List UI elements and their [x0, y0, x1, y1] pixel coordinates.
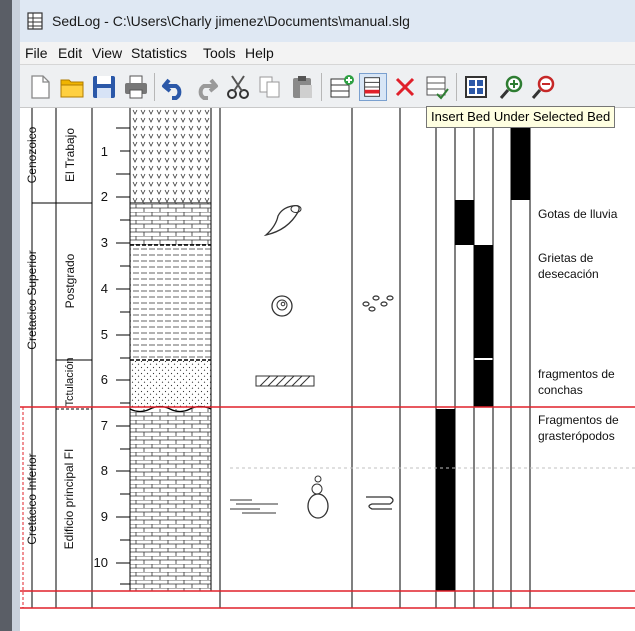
depth-label: 8 [100, 463, 108, 478]
menu-statistics[interactable]: Statistics [131, 45, 187, 61]
new-file-icon[interactable] [26, 73, 54, 101]
gastropod-fossil-icon [307, 475, 329, 519]
menu-file[interactable]: File [25, 45, 48, 61]
range-bar [436, 409, 455, 591]
depth-label: 9 [100, 509, 108, 524]
open-folder-icon[interactable] [58, 73, 86, 101]
lithology-tuff-bed [130, 108, 211, 203]
menu-edit[interactable]: Edit [58, 45, 82, 61]
window-title: SedLog - C:\Users\Charly jimenez\Documen… [52, 13, 410, 29]
formation-label-el-trabajo: El Trabajo [63, 127, 77, 183]
depth-label: 4 [100, 281, 108, 296]
zoom-in-icon[interactable] [498, 73, 526, 101]
toolbar-separator [154, 73, 155, 101]
range-bar [474, 245, 493, 358]
depth-label: 2 [100, 189, 108, 204]
range-bar [455, 200, 474, 245]
undo-icon[interactable] [160, 73, 188, 101]
burrow-trace-icon [366, 496, 394, 510]
copy-icon[interactable] [256, 73, 284, 101]
menu-tools[interactable]: Tools [203, 45, 236, 61]
range-bar [474, 360, 493, 407]
formation-label-postgrado: Postgrado [63, 253, 77, 309]
depth-label: 10 [93, 555, 108, 570]
menu-view[interactable]: View [92, 45, 122, 61]
era-label-cretacico-superior: Cretacico Superior [25, 250, 39, 350]
insert-bed-above-icon[interactable] [327, 73, 355, 101]
insert-bed-below-icon[interactable] [359, 73, 387, 101]
grid-icon[interactable] [462, 73, 490, 101]
toolbar [20, 65, 635, 108]
era-label-cretacico-inferior: Cretácico Inferior [25, 453, 39, 545]
observation-text: Fragmentos de grasterópodos [538, 413, 619, 443]
validate-icon[interactable] [423, 73, 451, 101]
era-label-cenozoico: Cenozoico [25, 126, 39, 184]
depth-label: 7 [100, 418, 108, 433]
save-icon[interactable] [90, 73, 118, 101]
menu-help[interactable]: Help [245, 45, 274, 61]
toolbar-separator [456, 73, 457, 101]
app-icon [27, 12, 43, 30]
depth-label: 5 [100, 327, 108, 342]
parallel-lamination-icon [230, 499, 278, 514]
window-left-border-inner [12, 0, 20, 631]
depth-label: 1 [100, 144, 108, 159]
redo-icon[interactable] [192, 73, 220, 101]
observation-text: fragmentos de conchas [538, 367, 615, 397]
formation-label-titulacion: Tctulación [64, 357, 76, 407]
toolbar-separator [321, 73, 322, 101]
lithology-limestone-bed-lower [130, 409, 211, 591]
paste-icon[interactable] [288, 73, 316, 101]
ammonite-fossil-icon [271, 295, 293, 317]
cross-lamination-icon [255, 375, 315, 387]
cut-icon[interactable] [224, 73, 252, 101]
pebbles-icon [362, 295, 394, 312]
zoom-out-icon[interactable] [530, 73, 558, 101]
print-icon[interactable] [122, 73, 150, 101]
shell-fossil-icon [263, 204, 302, 237]
lithology-limestone-bed [130, 203, 211, 245]
formation-label-edificio-principal: Edificio principal FI [62, 448, 76, 550]
menu-bar: File Edit View Statistics Tools Help [20, 42, 635, 65]
lithology-sandstone-bed [130, 360, 211, 409]
observation-text: Gotas de lluvia [538, 207, 618, 221]
depth-label: 3 [100, 235, 108, 250]
delete-icon[interactable] [391, 73, 419, 101]
window-left-border [0, 0, 12, 631]
log-canvas[interactable]: Cenozoico Cretacico Superior Cretácico I… [20, 108, 635, 631]
title-bar: SedLog - C:\Users\Charly jimenez\Documen… [20, 0, 635, 43]
lithology-shale-bed [130, 245, 211, 360]
toolbar-tooltip: Insert Bed Under Selected Bed [426, 106, 616, 128]
observation-text: Grietas de desecación [538, 251, 599, 281]
depth-label: 6 [100, 372, 108, 387]
